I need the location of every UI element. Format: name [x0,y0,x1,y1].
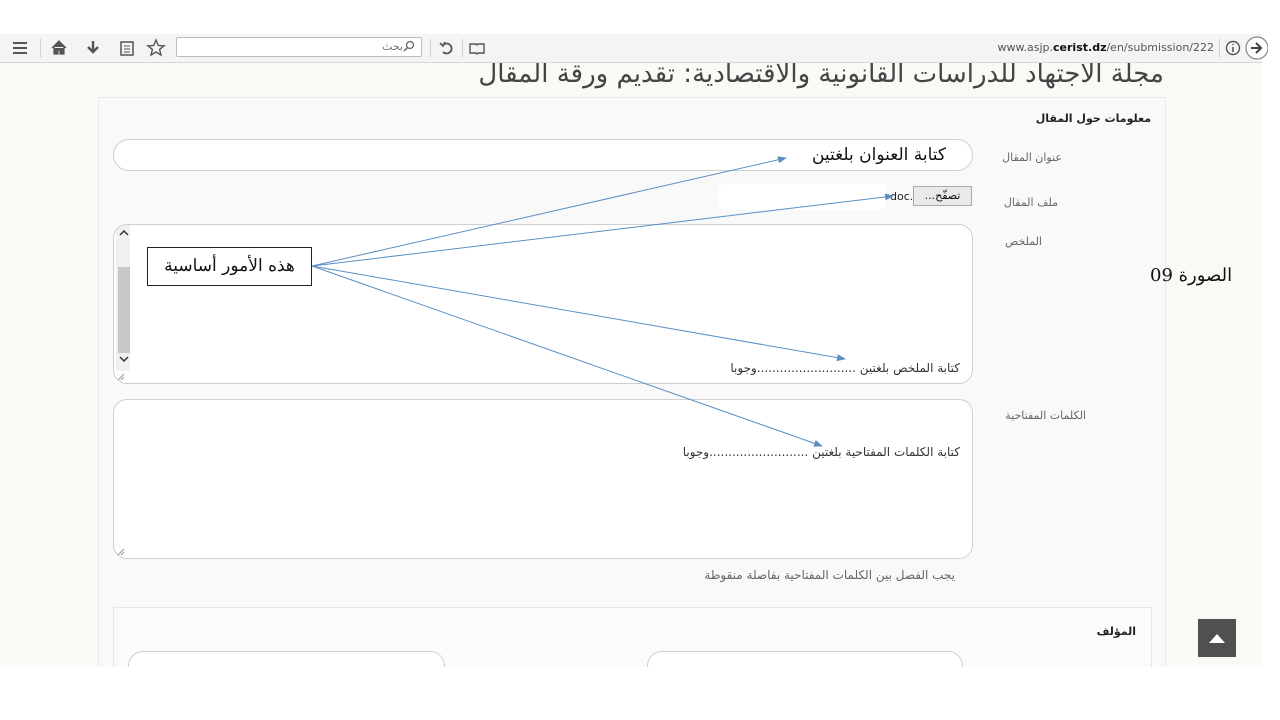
search-input[interactable]: بحث [176,37,422,57]
title-label: عنوان المقال [1002,151,1062,164]
scroll-to-top-button[interactable] [1198,619,1236,657]
up-arrow-icon [1209,634,1225,643]
url-path: /en/submission/222 [1106,41,1214,54]
file-name: doc. [890,190,914,203]
abstract-scrollbar[interactable] [116,225,130,371]
browser-toolbar: بحث www.asjp.cerist.dz/en/submission/222 [0,34,1269,63]
toolbar-separator [430,39,431,57]
reader-view-icon[interactable] [467,38,487,58]
author-heading: المؤلف [1096,625,1136,638]
keywords-textarea[interactable]: كتابة الكلمات المفتاحية بلغتين .........… [113,399,973,559]
file-name-mask [718,184,886,210]
download-icon[interactable] [83,38,103,58]
file-label: ملف المقال [1003,196,1058,209]
page-viewport: مجلة الاجتهاد للدراسات القانونية والاقتص… [0,63,1262,667]
abstract-label: الملخص [1005,235,1042,248]
browse-button[interactable]: تصفّح... [913,186,972,206]
page-title: مجلة الاجتهاد للدراسات القانونية والاقتص… [478,63,1164,89]
resize-grip-icon[interactable] [117,548,125,556]
bookmark-star-icon[interactable] [146,38,166,58]
search-icon [403,40,415,52]
reading-list-icon[interactable] [117,38,137,58]
url-bar[interactable]: www.asjp.cerist.dz/en/submission/222 [998,41,1214,54]
scroll-down-icon[interactable] [118,353,130,365]
url-domain: cerist.dz [1053,41,1107,54]
abstract-scroll-thumb[interactable] [118,267,130,353]
annotation-callout: هذه الأمور أساسية [147,247,312,286]
title-input[interactable]: كتابة العنوان بلغتين [113,139,973,171]
url-prefix: www.asjp. [997,41,1054,54]
author-name-input[interactable] [647,651,963,667]
home-icon[interactable] [49,38,69,58]
title-value: كتابة العنوان بلغتين [811,145,946,165]
abstract-value: كتابة الملخص بلغتين ....................… [730,361,960,375]
figure-label: الصورة 09 [1150,265,1233,286]
scroll-up-icon[interactable] [118,227,130,239]
reload-icon[interactable] [437,38,457,58]
keywords-label: الكلمات المفتاحية [1005,409,1086,422]
keywords-value: كتابة الكلمات المفتاحية بلغتين .........… [682,445,960,459]
toolbar-separator [462,39,463,57]
toolbar-separator [1219,39,1220,57]
forward-icon[interactable] [1244,35,1269,61]
info-icon[interactable] [1223,38,1243,58]
article-info-heading: معلومات حول المقال [1035,112,1151,125]
toolbar-separator [40,39,41,57]
resize-grip-icon[interactable] [117,373,125,381]
menu-icon[interactable] [10,38,30,58]
keywords-help-text: يجب الفصل بين الكلمات المفتاحية بفاصلة م… [704,568,955,582]
author-surname-input[interactable] [128,651,445,667]
search-placeholder-text: بحث [382,40,403,53]
search-placeholder: بحث [382,40,415,53]
